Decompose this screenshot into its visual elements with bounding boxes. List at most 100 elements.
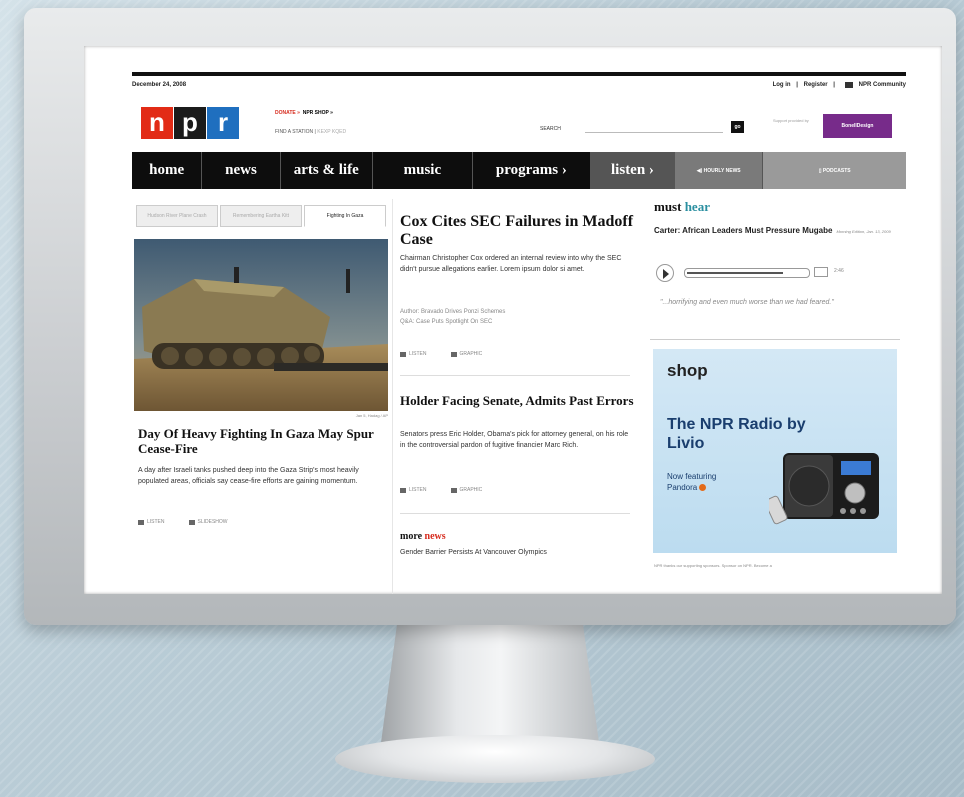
station-link-1[interactable]: KEXP: [317, 129, 330, 135]
graphic-link[interactable]: GRAPHIC: [460, 351, 483, 357]
story-actions: LISTEN GRAPHIC: [400, 351, 482, 357]
nav-listen[interactable]: listen ›: [590, 152, 676, 189]
login-link[interactable]: Log in: [773, 82, 791, 88]
logo-letter-p: p: [174, 107, 206, 139]
news-label: news: [424, 531, 446, 542]
nav-home[interactable]: home: [132, 152, 203, 189]
monitor-frame: December 24, 2008 Log in | Register | NP…: [24, 8, 956, 625]
arrow-icon: [699, 484, 707, 492]
story-actions: LISTEN GRAPHIC: [400, 487, 482, 493]
graphic-icon: [450, 351, 457, 357]
story-headline[interactable]: Cox Cites SEC Failures in Madoff Case: [400, 213, 634, 249]
column-divider: [392, 199, 393, 594]
npr-shop-link[interactable]: NPR SHOP »: [303, 110, 333, 116]
shop-sub-pandora: Pandora: [667, 482, 767, 493]
tab-eartha-kitt[interactable]: Remembering Eartha Kitt: [220, 205, 302, 227]
npr-website: December 24, 2008 Log in | Register | NP…: [132, 72, 906, 594]
story-summary: Chairman Christopher Cox ordered an inte…: [400, 255, 622, 273]
must-hear-story[interactable]: Carter: African Leaders Must Pressure Mu…: [654, 225, 894, 237]
tab-fighting-in-gaza[interactable]: Fighting In Gaza: [304, 205, 386, 227]
listen-link[interactable]: LISTEN: [147, 519, 165, 525]
speaker-icon: [400, 487, 406, 493]
story-divider: [400, 375, 630, 376]
account-links: Log in | Register | NPR Community: [769, 81, 906, 89]
site-header: n p r DONATE » NPR SHOP » FIND A STATION…: [132, 94, 906, 152]
lead-story-headline[interactable]: Day Of Heavy Fighting In Gaza May Spur C…: [138, 426, 378, 456]
search-go-button[interactable]: go: [731, 121, 744, 133]
more-label: more: [400, 531, 425, 542]
pandora-label: Pandora: [667, 483, 698, 492]
listen-link[interactable]: LISTEN: [409, 487, 427, 493]
tab-hudson-river[interactable]: Hudson River Plane Crash: [136, 205, 218, 227]
hourly-news-label: HOURLY NEWS: [703, 167, 741, 174]
nav-music[interactable]: music: [373, 152, 473, 189]
must-hear-meta: Morning Edition, Jan. 13, 2009: [836, 229, 891, 234]
play-button[interactable]: [656, 264, 674, 282]
shop-divider: [650, 339, 900, 340]
community-link[interactable]: NPR Community: [841, 81, 906, 88]
monitor-stand-neck: [380, 620, 600, 750]
station-link-2[interactable]: KQED: [332, 129, 346, 135]
right-sidebar: must hear Carter: African Leaders Must P…: [644, 189, 906, 594]
skip-button[interactable]: [814, 267, 828, 277]
must-hear-heading: must hear: [654, 199, 710, 215]
lead-story-photo[interactable]: [134, 239, 388, 411]
related-link[interactable]: Q&A: Case Puts Spotlight On SEC: [400, 317, 632, 327]
search-input[interactable]: [585, 122, 723, 133]
shop-promo[interactable]: shop The NPR Radio by Livio Now featurin…: [653, 349, 897, 553]
more-news-item[interactable]: Gender Barrier Persists At Vancouver Oly…: [400, 549, 547, 556]
main-content: Hudson River Plane Crash Remembering Ear…: [132, 189, 906, 594]
monitor-stand-base: [335, 735, 655, 783]
speaker-icon: [400, 351, 406, 357]
monitor-screen: December 24, 2008 Log in | Register | NP…: [84, 46, 942, 594]
lead-story-tabs: Hudson River Plane Crash Remembering Ear…: [136, 205, 388, 227]
related-link[interactable]: Author: Bravado Drives Ponzi Schemes: [400, 307, 632, 317]
story-divider: [400, 513, 630, 514]
audio-duration: 2:46: [834, 268, 844, 274]
listen-link[interactable]: LISTEN: [409, 351, 427, 357]
tank-photo-image: [134, 239, 388, 411]
nav-hourly-news[interactable]: ◀) HOURLY NEWS: [675, 152, 764, 189]
npr-logo[interactable]: n p r: [141, 107, 240, 139]
photo-credit: Jan 5, Hadag / AP: [355, 413, 388, 418]
header-promo-links: DONATE » NPR SHOP »: [275, 110, 333, 116]
nav-programs[interactable]: programs ›: [473, 152, 591, 189]
middle-column: Cox Cites SEC Failures in Madoff Case Ch…: [394, 189, 638, 594]
sponsor-logo[interactable]: BonellDesign: [823, 114, 892, 138]
shop-heading: shop: [667, 361, 708, 380]
nav-news[interactable]: news: [202, 152, 281, 189]
audio-player: 2:46: [654, 262, 894, 282]
top-utility-bar: December 24, 2008 Log in | Register | NP…: [132, 72, 906, 94]
nav-arts-life[interactable]: arts & life: [281, 152, 373, 189]
radio-product-image: [769, 453, 879, 525]
story-headline[interactable]: Holder Facing Senate, Admits Past Errors: [400, 393, 634, 408]
date-text: December 24, 2008: [132, 82, 187, 88]
slideshow-icon: [188, 519, 195, 525]
speaker-icon: [138, 519, 144, 525]
shop-sub-line: Now featuring: [667, 472, 717, 481]
audio-progress-fill: [687, 272, 783, 274]
register-link[interactable]: Register: [804, 82, 828, 88]
audio-progress-track[interactable]: [684, 268, 810, 278]
must-label: must: [654, 199, 685, 214]
station-separator: |: [314, 129, 316, 135]
logo-letter-r: r: [207, 107, 239, 139]
link-separator: |: [796, 82, 798, 89]
station-finder: FIND A STATION | KEXP KQED: [275, 129, 346, 135]
main-navigation: home news arts & life music programs › l…: [132, 152, 906, 189]
speaker-icon: ◀): [696, 167, 704, 174]
community-icon: [844, 81, 853, 88]
support-text: Support provided by: [773, 118, 809, 123]
donate-link[interactable]: DONATE »: [275, 110, 300, 116]
lead-story-actions: LISTEN SLIDESHOW: [138, 519, 228, 525]
slideshow-link[interactable]: SLIDESHOW: [198, 519, 228, 525]
link-separator: |: [833, 82, 835, 89]
hear-label: hear: [684, 199, 710, 214]
must-hear-quote: "...horrifying and even much worse than …: [660, 299, 834, 306]
nav-podcasts[interactable]: ▯ PODCASTS: [763, 152, 906, 189]
search-label: SEARCH: [540, 126, 561, 132]
shop-product-subtitle: Now featuring Pandora: [667, 471, 767, 493]
story-summary: Senators press Eric Holder, Obama's pick…: [400, 431, 629, 449]
find-station-link[interactable]: FIND A STATION: [275, 129, 313, 135]
graphic-link[interactable]: GRAPHIC: [460, 487, 483, 493]
